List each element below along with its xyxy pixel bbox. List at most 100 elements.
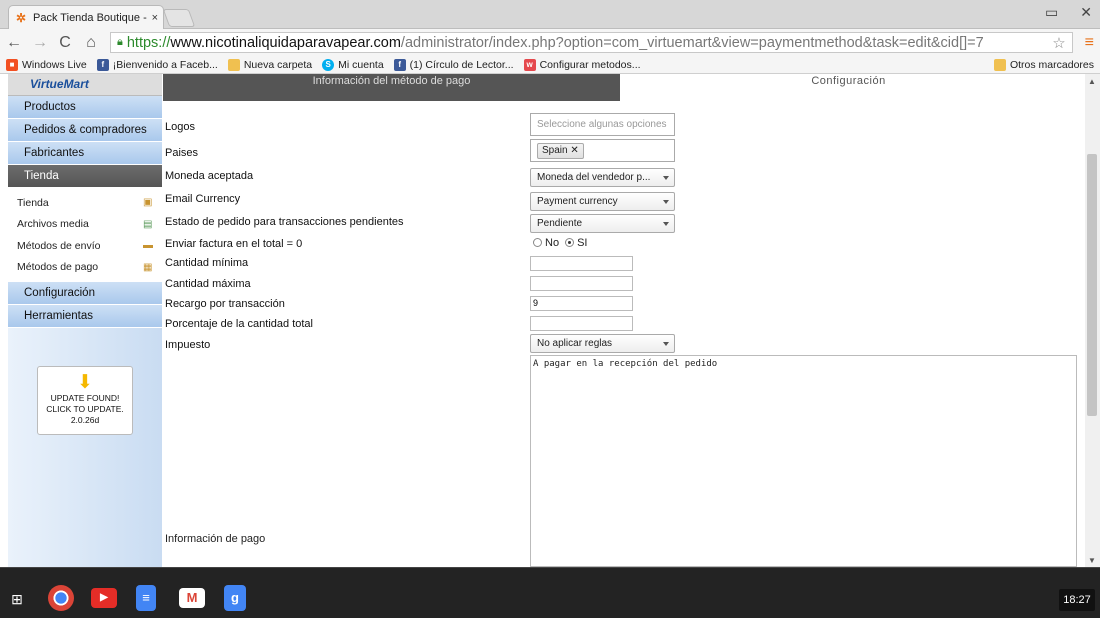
radio-si-circle: [565, 237, 575, 247]
logos-label: Logos: [165, 121, 195, 133]
radio-si[interactable]: SI: [565, 237, 587, 249]
back-icon[interactable]: ←: [6, 34, 22, 52]
porcentaje-input[interactable]: [530, 315, 633, 331]
recargo-label: Recargo por transacción: [165, 297, 285, 310]
folder-icon: [227, 58, 240, 71]
menu-tienda[interactable]: Tienda: [8, 165, 162, 188]
submenu-media[interactable]: Archivos media ▤: [8, 214, 162, 236]
porcentaje-label: Porcentaje de la cantidad total: [165, 317, 313, 330]
address-bar[interactable]: 🔒︎ https://www.nicotinaliquidaparavapear…: [110, 32, 1073, 53]
menu-productos[interactable]: Productos: [8, 96, 162, 119]
impuesto-label: Impuesto: [165, 338, 211, 351]
app-launcher-icon[interactable]: ⊞: [6, 588, 28, 610]
google-plus-icon[interactable]: g: [224, 585, 246, 611]
bookmark-folder[interactable]: Nueva carpeta: [227, 58, 312, 71]
truck-icon: ▬: [143, 240, 153, 252]
remove-tag-icon[interactable]: ✕: [570, 145, 578, 156]
wallapop-icon: w: [523, 58, 536, 71]
paises-multiselect[interactable]: Spain ✕: [530, 139, 675, 162]
virtuemart-logo[interactable]: VirtueMart: [8, 74, 162, 96]
cantidad-minima-label: Cantidad mínima: [165, 256, 249, 269]
admin-sidebar: VirtueMart Productos Pedidos & comprador…: [8, 74, 162, 567]
logos-multiselect[interactable]: Seleccione algunas opciones: [530, 113, 675, 136]
url-path: /administrator/index.php?option=com_virt…: [400, 34, 984, 51]
tab-informacion[interactable]: Información del método de pago: [163, 74, 620, 101]
folder-icon: [993, 58, 1006, 71]
home-icon[interactable]: ⌂: [84, 34, 98, 52]
joomla-icon: ✲: [15, 10, 27, 25]
submenu-envio[interactable]: Métodos de envío ▬: [8, 235, 162, 257]
impuesto-select[interactable]: No aplicar reglas: [530, 333, 675, 353]
bookmark-circulo[interactable]: f (1) Círculo de Lector...: [393, 58, 514, 71]
minimize-icon[interactable]: ▭: [1045, 4, 1058, 21]
bookmark-star-icon[interactable]: ☆: [1052, 34, 1065, 52]
cantidad-minima-input[interactable]: [530, 255, 633, 271]
media-icon: ▤: [143, 218, 153, 230]
estado-label: Estado de pedido para transacciones pend…: [165, 216, 404, 228]
recargo-input[interactable]: [530, 295, 633, 311]
tab-title: Pack Tienda Boutique - A: [33, 11, 147, 24]
lock-icon: 🔒︎: [117, 36, 123, 48]
store-icon: ▣: [143, 197, 153, 209]
facebook-icon: f: [393, 58, 406, 71]
tienda-submenu: Tienda ▣ Archivos media ▤ Métodos de envío…: [8, 188, 162, 282]
menu-fabricantes[interactable]: Fabricantes: [8, 142, 162, 165]
factura-radio-group: No SI: [533, 237, 587, 249]
close-window-icon[interactable]: ✕: [1080, 4, 1092, 21]
submenu-tienda[interactable]: Tienda ▣: [8, 192, 162, 214]
close-tab-icon[interactable]: ×: [152, 12, 158, 24]
config-form: Logos Seleccione algunas opciones Paises…: [163, 111, 1077, 353]
youtube-icon[interactable]: ▶: [91, 588, 117, 608]
informacion-pago-label: Información de pago: [165, 533, 266, 545]
bookmark-facebook[interactable]: f ¡Bienvenido a Faceb...: [96, 58, 218, 71]
country-tag: Spain ✕: [537, 143, 584, 159]
gmail-icon[interactable]: M: [179, 588, 205, 608]
scroll-up-icon[interactable]: ▲: [1088, 77, 1096, 86]
download-arrow-icon: ⬇: [77, 372, 93, 393]
browser-tab-strip: ✲ Pack Tienda Boutique - A × ▭ ✕: [0, 0, 1100, 29]
menu-pedidos[interactable]: Pedidos & compradores: [8, 119, 162, 142]
cantidad-maxima-input[interactable]: [530, 275, 633, 291]
browser-tab[interactable]: ✲ Pack Tienda Boutique - A ×: [8, 5, 164, 29]
radio-no[interactable]: No: [533, 237, 559, 249]
tab-configuracion[interactable]: Configuración: [620, 74, 1077, 101]
url-scheme: https://: [126, 34, 171, 51]
url-host: www.nicotinaliquidaparavapear.com: [170, 34, 401, 51]
bookmark-configurar[interactable]: w Configurar metodos...: [523, 58, 641, 71]
panel-tabs: Información del método de pago Configura…: [163, 74, 1077, 101]
informacion-pago-textarea[interactable]: A pagar en la recepción del pedido: [530, 355, 1077, 567]
bookmarks-bar: ■ Windows Live f ¡Bienvenido a Faceb... Nu…: [0, 56, 1100, 74]
scrollbar-thumb[interactable]: [1087, 154, 1097, 416]
page-content: VirtueMart Productos Pedidos & comprador…: [0, 74, 1100, 567]
scroll-down-icon[interactable]: ▼: [1088, 556, 1096, 565]
moneda-select[interactable]: Moneda del vendedor p...: [530, 168, 675, 187]
email-currency-label: Email Currency: [165, 192, 241, 205]
page-scrollbar[interactable]: ▲ ▼: [1085, 74, 1100, 567]
radio-no-circle: [533, 237, 542, 247]
bookmark-skype[interactable]: S Mi cuenta: [322, 58, 384, 71]
menu-herramientas[interactable]: Herramientas: [8, 305, 162, 328]
update-notice[interactable]: ⬇ UPDATE FOUND! CLICK TO UPDATE. 2.0.26d: [37, 366, 133, 435]
chrome-menu-icon[interactable]: ≡: [1085, 34, 1094, 52]
paises-label: Paises: [165, 147, 199, 159]
other-bookmarks[interactable]: Otros marcadores: [993, 58, 1094, 71]
bookmark-windows-live[interactable]: ■ Windows Live: [6, 58, 87, 71]
docs-icon[interactable]: ≡: [136, 585, 156, 611]
skype-icon: S: [322, 58, 335, 71]
payment-icon: ▦: [143, 261, 153, 273]
reload-icon[interactable]: C: [58, 34, 72, 52]
forward-icon[interactable]: →: [32, 34, 48, 52]
chrome-icon[interactable]: [48, 585, 74, 611]
browser-toolbar: ← → C ⌂ 🔒︎ https://www.nicotinaliquidapa…: [0, 29, 1100, 56]
factura-label: Enviar factura en el total = 0: [165, 237, 303, 250]
system-clock[interactable]: 18:27: [1059, 589, 1095, 611]
windows-icon: ■: [6, 58, 18, 71]
moneda-label: Moneda aceptada: [165, 170, 254, 182]
cantidad-maxima-label: Cantidad máxima: [165, 277, 251, 290]
facebook-icon: f: [96, 58, 109, 71]
window-controls: ▭ ✕: [1045, 4, 1092, 21]
submenu-pago[interactable]: Métodos de pago ▦: [8, 257, 162, 279]
menu-configuracion[interactable]: Configuración: [8, 282, 162, 305]
new-tab-button[interactable]: [162, 9, 196, 27]
os-taskbar: ⊞ ▶ ≡ M g 18:27: [0, 567, 1100, 618]
